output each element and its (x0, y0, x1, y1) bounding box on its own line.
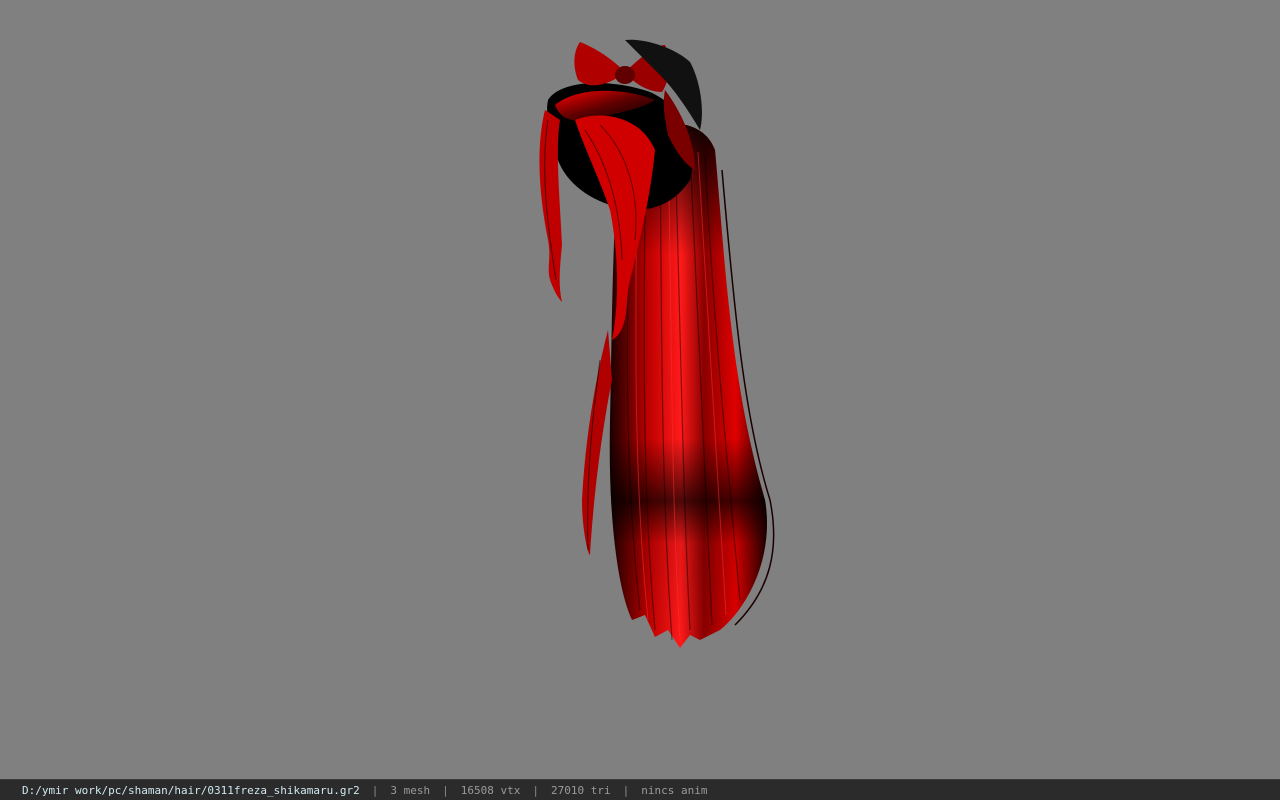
animation-status-label: nincs anim (641, 783, 708, 797)
hair-model-render[interactable] (0, 0, 1280, 779)
triangle-count-label: 27010 tri (551, 783, 611, 797)
file-path-label: D:/ymir work/pc/shaman/hair/0311freza_sh… (22, 783, 360, 797)
status-separator: | (371, 783, 379, 797)
status-separator: | (622, 783, 630, 797)
status-separator: | (532, 783, 539, 797)
hair-left-strand (582, 330, 612, 555)
status-bar: D:/ymir work/pc/shaman/hair/0311freza_sh… (0, 779, 1280, 800)
3d-viewport[interactable] (0, 0, 1280, 779)
vertex-count-label: 16508 vtx (460, 783, 521, 797)
status-separator: | (442, 783, 449, 797)
mesh-count-label: 3 mesh (390, 783, 431, 797)
